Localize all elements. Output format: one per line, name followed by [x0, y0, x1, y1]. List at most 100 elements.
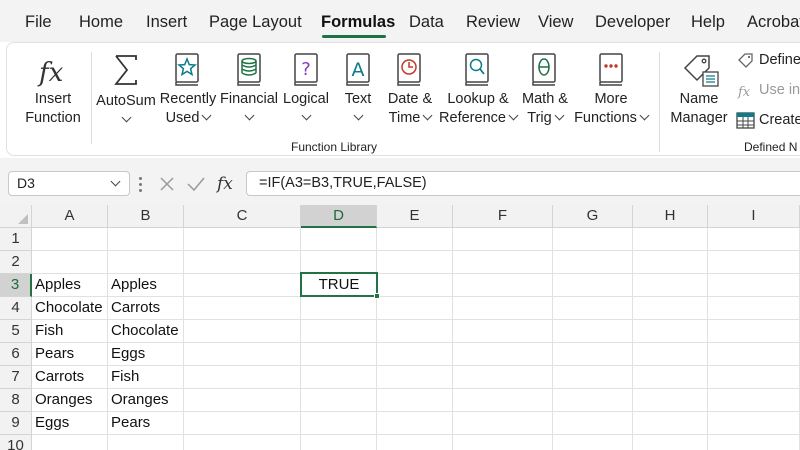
grid-cell[interactable]: [184, 412, 301, 435]
tab-review[interactable]: Review: [466, 13, 520, 32]
grid-cell[interactable]: [633, 366, 708, 389]
grid-cell[interactable]: [633, 297, 708, 320]
grid-cell[interactable]: [184, 228, 301, 251]
grid-cell[interactable]: [633, 251, 708, 274]
row-header-3[interactable]: 3: [0, 274, 32, 297]
grid-cell[interactable]: [377, 274, 453, 297]
grid-cell[interactable]: [553, 297, 633, 320]
grid-cell[interactable]: [301, 251, 377, 274]
grid-cell[interactable]: [301, 412, 377, 435]
formula-bar-grip[interactable]: [138, 175, 144, 193]
grid-cell[interactable]: [708, 343, 800, 366]
grid-cell[interactable]: [301, 320, 377, 343]
cell-b5[interactable]: Chocolate: [108, 320, 184, 343]
grid-cell[interactable]: [553, 389, 633, 412]
tab-view[interactable]: View: [538, 13, 573, 32]
grid-cell[interactable]: [633, 412, 708, 435]
grid-cell[interactable]: [184, 274, 301, 297]
row-header-8[interactable]: 8: [0, 389, 32, 412]
row-header-9[interactable]: 9: [0, 412, 32, 435]
cell-b6[interactable]: Eggs: [108, 343, 184, 366]
tab-file[interactable]: File: [25, 13, 52, 32]
grid-cell[interactable]: [377, 366, 453, 389]
grid-cell[interactable]: [184, 343, 301, 366]
grid-cell[interactable]: [108, 435, 184, 450]
grid-cell[interactable]: [553, 228, 633, 251]
row-header-5[interactable]: 5: [0, 320, 32, 343]
grid-cell[interactable]: [377, 228, 453, 251]
grid-cell[interactable]: [708, 297, 800, 320]
grid-cell[interactable]: [377, 412, 453, 435]
grid-cell[interactable]: [184, 389, 301, 412]
cell-a5[interactable]: Fish: [32, 320, 108, 343]
grid-cell[interactable]: [553, 320, 633, 343]
column-header-g[interactable]: G: [553, 205, 633, 228]
grid-cell[interactable]: [301, 366, 377, 389]
column-header-c[interactable]: C: [184, 205, 301, 228]
grid-cell[interactable]: [553, 343, 633, 366]
grid-cell[interactable]: [553, 366, 633, 389]
row-header-1[interactable]: 1: [0, 228, 32, 251]
grid-cell[interactable]: [301, 389, 377, 412]
grid-cell[interactable]: [453, 274, 553, 297]
grid-cell[interactable]: [453, 412, 553, 435]
tab-acrobat[interactable]: Acrobat: [747, 13, 800, 32]
grid-cell[interactable]: [453, 389, 553, 412]
column-header-e[interactable]: E: [377, 205, 453, 228]
column-header-b[interactable]: B: [108, 205, 184, 228]
tab-page-layout[interactable]: Page Layout: [209, 13, 302, 32]
grid-cell[interactable]: [633, 228, 708, 251]
grid-cell[interactable]: [453, 435, 553, 450]
column-header-f[interactable]: F: [453, 205, 553, 228]
row-header-4[interactable]: 4: [0, 297, 32, 320]
grid-cell[interactable]: [708, 228, 800, 251]
grid-cell[interactable]: [633, 343, 708, 366]
grid-cell[interactable]: [32, 228, 108, 251]
grid-cell[interactable]: [184, 251, 301, 274]
cell-a4[interactable]: Chocolate: [32, 297, 108, 320]
grid-cell[interactable]: [301, 435, 377, 450]
grid-cell[interactable]: [377, 389, 453, 412]
tab-developer[interactable]: Developer: [595, 13, 670, 32]
grid-cell[interactable]: [301, 228, 377, 251]
row-header-2[interactable]: 2: [0, 251, 32, 274]
cell-a9[interactable]: Eggs: [32, 412, 108, 435]
grid-cell[interactable]: [553, 251, 633, 274]
cell-b3[interactable]: Apples: [108, 274, 184, 297]
cell-a8[interactable]: Oranges: [32, 389, 108, 412]
grid-cell[interactable]: [708, 366, 800, 389]
grid-cell[interactable]: [453, 320, 553, 343]
tab-formulas[interactable]: Formulas: [321, 13, 395, 32]
column-header-i[interactable]: I: [708, 205, 800, 228]
grid-cell[interactable]: [633, 389, 708, 412]
grid-cell[interactable]: [453, 297, 553, 320]
grid-cell[interactable]: [453, 251, 553, 274]
grid-cell[interactable]: [453, 366, 553, 389]
grid-cell[interactable]: [301, 343, 377, 366]
cell-a3[interactable]: Apples: [32, 274, 108, 297]
grid-cell[interactable]: [708, 435, 800, 450]
name-box[interactable]: D3: [8, 171, 130, 196]
chevron-down-icon[interactable]: [110, 176, 121, 187]
cell-b9[interactable]: Pears: [108, 412, 184, 435]
fill-handle[interactable]: [374, 293, 380, 299]
grid-cell[interactable]: [453, 228, 553, 251]
grid-cell[interactable]: [708, 320, 800, 343]
formula-input[interactable]: =IF(A3=B3,TRUE,FALSE): [246, 171, 800, 196]
cell-b4[interactable]: Carrots: [108, 297, 184, 320]
tab-data[interactable]: Data: [409, 13, 444, 32]
grid-cell[interactable]: [708, 412, 800, 435]
grid-cell[interactable]: [32, 251, 108, 274]
cell-a6[interactable]: Pears: [32, 343, 108, 366]
tab-home[interactable]: Home: [79, 13, 123, 32]
grid-cell[interactable]: [553, 435, 633, 450]
cell-a7[interactable]: Carrots: [32, 366, 108, 389]
column-header-a[interactable]: A: [32, 205, 108, 228]
grid-cell[interactable]: [184, 297, 301, 320]
grid-cell[interactable]: [553, 412, 633, 435]
grid-cell[interactable]: [633, 320, 708, 343]
grid-cell[interactable]: [708, 389, 800, 412]
grid-cell[interactable]: [377, 320, 453, 343]
select-all-button[interactable]: [0, 205, 32, 228]
grid-cell[interactable]: [108, 228, 184, 251]
